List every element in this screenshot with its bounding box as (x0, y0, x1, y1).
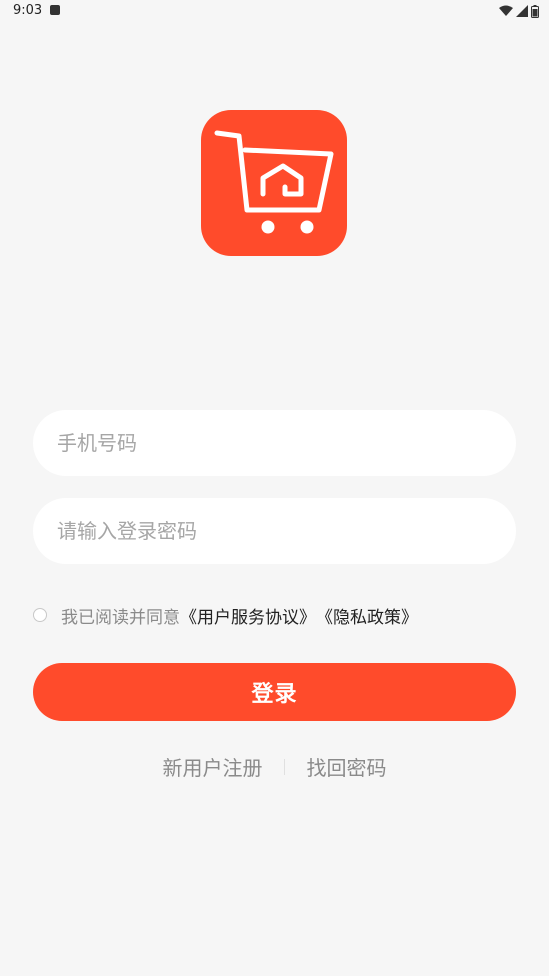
phone-input[interactable] (55, 430, 494, 456)
shopping-cart-house-icon (214, 130, 334, 234)
forgot-password-link[interactable]: 找回密码 (307, 752, 387, 781)
status-icons (499, 4, 539, 18)
user-agreement-link[interactable]: 《用户服务协议》 (180, 603, 316, 628)
privacy-policy-link[interactable]: 《隐私政策》 (316, 603, 418, 628)
login-button[interactable]: 登录 (33, 663, 516, 721)
notification-icon (50, 5, 60, 15)
bottom-links: 新用户注册 找回密码 (0, 752, 549, 781)
status-bar: 9:03 (0, 0, 549, 24)
app-logo (201, 110, 347, 256)
wifi-icon (499, 5, 513, 16)
signal-icon (516, 5, 528, 17)
password-field[interactable] (33, 498, 516, 564)
link-divider (283, 758, 285, 775)
gesture-area (0, 970, 549, 976)
status-time: 9:03 (13, 3, 43, 18)
agreement-row: 我已阅读并同意 《用户服务协议》 《隐私政策》 (33, 602, 418, 628)
phone-field[interactable] (33, 410, 516, 476)
battery-icon (531, 4, 539, 18)
agreement-prefix: 我已阅读并同意 (61, 607, 180, 628)
register-link[interactable]: 新用户注册 (163, 752, 263, 781)
agreement-checkbox[interactable] (33, 608, 47, 622)
password-input[interactable] (55, 518, 494, 544)
